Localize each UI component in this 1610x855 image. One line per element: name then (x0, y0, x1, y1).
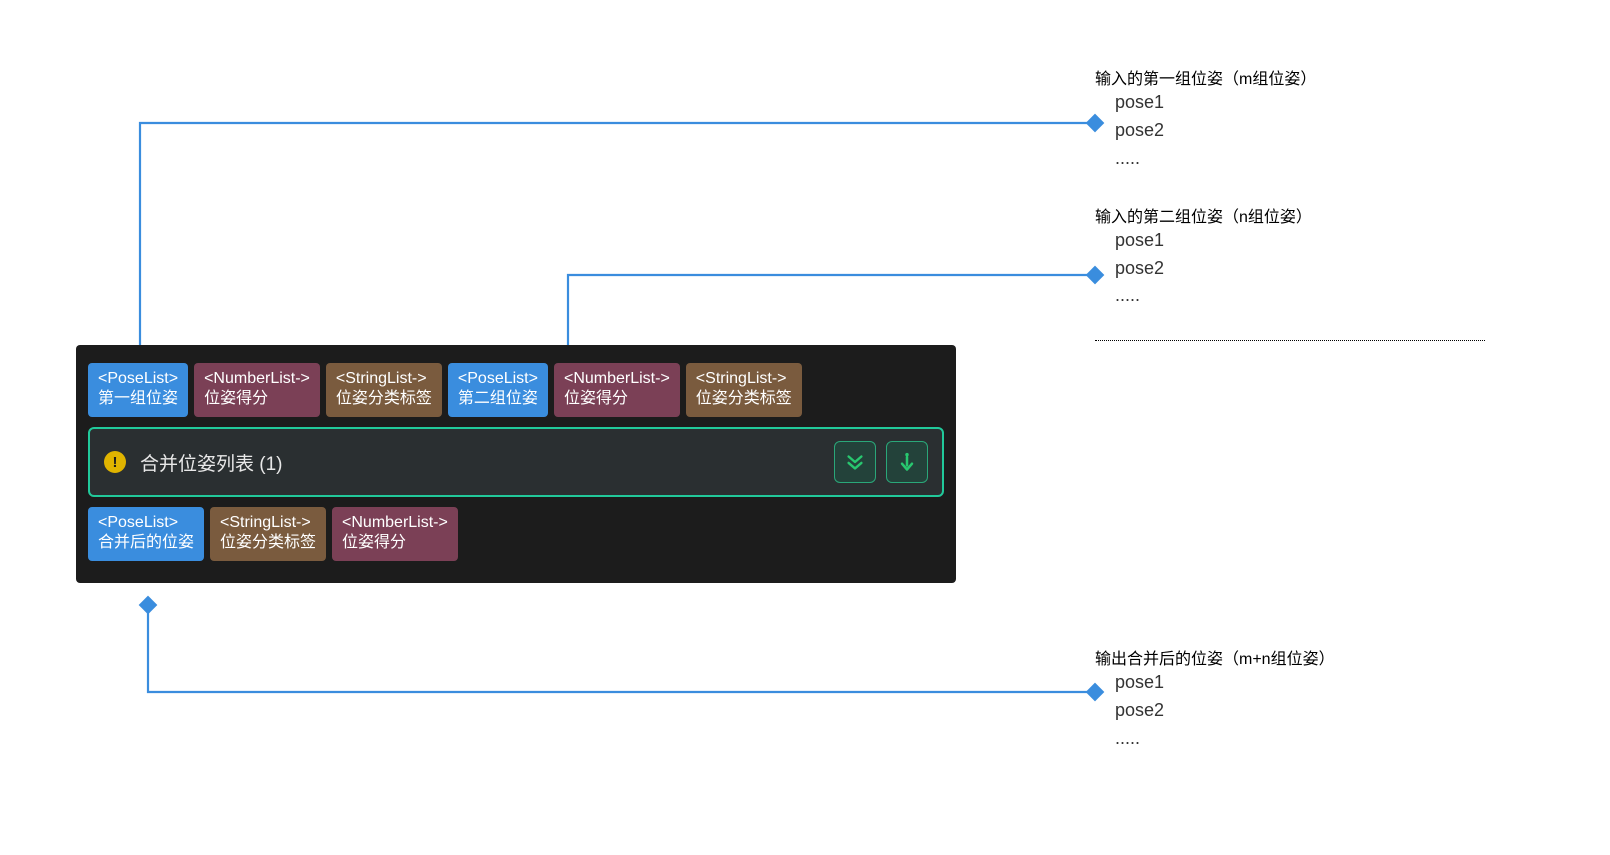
output-port-stringlist[interactable]: <StringList->位姿分类标签 (210, 507, 326, 561)
annotation-1-title: 输入的第一组位姿（m组位姿） (1095, 65, 1525, 89)
annotation-2-title: 输入的第二组位姿（n组位姿） (1095, 203, 1525, 227)
annotation-1-line: pose2 (1095, 117, 1525, 145)
annotation-block-2: 输入的第二组位姿（n组位姿） pose1 pose2 ..... (1095, 203, 1525, 311)
annotation-3-line: pose1 (1095, 669, 1535, 697)
input-port-stringlist-1[interactable]: <StringList->位姿分类标签 (326, 363, 442, 417)
node-body[interactable]: ! 合并位姿列表 (1) (88, 427, 944, 497)
node-title: 合并位姿列表 (1) (140, 449, 824, 476)
output-port-numberlist[interactable]: <NumberList->位姿得分 (332, 507, 458, 561)
annotation-3-line: pose2 (1095, 697, 1535, 725)
annotation-1-line: ..... (1095, 145, 1525, 173)
input-port-poselist-2[interactable]: <PoseList>第二组位姿 (448, 363, 548, 417)
double-chevron-down-icon (844, 451, 866, 473)
merge-pose-list-node[interactable]: <PoseList>第一组位姿 <NumberList->位姿得分 <Strin… (76, 345, 956, 583)
annotation-3-title: 输出合并后的位姿（m+n组位姿） (1095, 645, 1535, 669)
output-ports-row: <PoseList>合并后的位姿 <StringList->位姿分类标签 <Nu… (88, 507, 944, 561)
warning-icon: ! (104, 451, 126, 473)
annotation-2-line: pose1 (1095, 227, 1525, 255)
annotation-block-1: 输入的第一组位姿（m组位姿） pose1 pose2 ..... (1095, 65, 1525, 173)
expand-button[interactable] (834, 441, 876, 483)
collapse-button[interactable] (886, 441, 928, 483)
input-port-numberlist-2[interactable]: <NumberList->位姿得分 (554, 363, 680, 417)
output-port-poselist[interactable]: <PoseList>合并后的位姿 (88, 507, 204, 561)
arrow-down-icon (897, 451, 917, 473)
annotation-block-3: 输出合并后的位姿（m+n组位姿） pose1 pose2 ..... (1095, 645, 1535, 783)
input-ports-row: <PoseList>第一组位姿 <NumberList->位姿得分 <Strin… (88, 363, 944, 417)
annotation-1-line: pose1 (1095, 89, 1525, 117)
input-port-stringlist-2[interactable]: <StringList->位姿分类标签 (686, 363, 802, 417)
annotation-2-line: ..... (1095, 282, 1525, 310)
input-port-numberlist-1[interactable]: <NumberList->位姿得分 (194, 363, 320, 417)
annotation-3-line: ..... (1095, 725, 1535, 753)
input-port-poselist-1[interactable]: <PoseList>第一组位姿 (88, 363, 188, 417)
annotation-2-line: pose2 (1095, 255, 1525, 283)
annotation-divider (1095, 340, 1485, 341)
